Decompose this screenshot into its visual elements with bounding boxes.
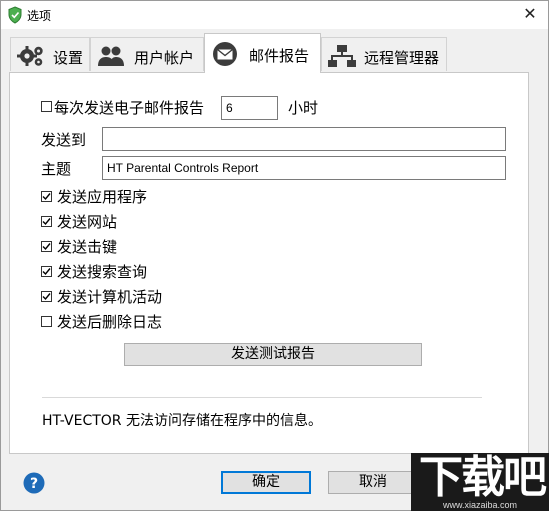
send-test-report-button[interactable]: 发送测试报告 <box>124 343 422 366</box>
ok-button[interactable]: 确定 <box>221 471 311 494</box>
delete-logs-label: 发送后删除日志 <box>57 313 163 331</box>
shield-icon <box>8 6 22 24</box>
watermark-url: www.xiazaiba.com <box>442 500 518 510</box>
divider <box>42 397 482 398</box>
hours-input[interactable]: 6 <box>221 96 278 120</box>
cancel-button[interactable]: 取消 <box>328 471 418 494</box>
tab-remote-manager[interactable]: 远程管理器 <box>321 37 447 71</box>
checkmark-icon <box>42 293 51 301</box>
info-message: HT-VECTOR 无法访问存储在程序中的信息。 <box>42 413 322 429</box>
options-window: 选项 ✕ 设置 用户帐户 邮件报告 远程管理器 每次发送电子邮件报告 6 小时 … <box>0 0 549 511</box>
delete-logs-checkbox[interactable] <box>41 316 52 327</box>
checkmark-icon <box>42 193 51 201</box>
send-websites-label: 发送网站 <box>57 213 118 231</box>
tab-settings[interactable]: 设置 <box>10 37 90 71</box>
send-apps-label: 发送应用程序 <box>57 188 148 206</box>
watermark-logo: 下载吧 www.xiazaiba.com <box>411 453 549 511</box>
checkmark-icon <box>42 218 51 226</box>
network-icon <box>328 45 356 67</box>
hours-unit-label: 小时 <box>288 99 319 117</box>
tab-label: 设置 <box>53 49 84 67</box>
send-to-label: 发送到 <box>41 131 87 149</box>
send-apps-checkbox[interactable] <box>41 191 52 202</box>
users-icon <box>98 46 124 66</box>
help-icon[interactable]: ? <box>23 472 45 494</box>
email-report-panel: 每次发送电子邮件报告 6 小时 发送到 主题 HT Parental Contr… <box>9 72 529 454</box>
close-button[interactable]: ✕ <box>512 1 548 29</box>
checkmark-icon <box>42 243 51 251</box>
send-every-label: 每次发送电子邮件报告 <box>54 99 205 117</box>
tab-strip: 设置 用户帐户 邮件报告 远程管理器 <box>1 29 548 73</box>
mail-icon <box>213 42 237 66</box>
send-computer-activity-label: 发送计算机活动 <box>57 288 163 306</box>
window-title: 选项 <box>27 9 52 23</box>
tab-label: 远程管理器 <box>364 49 440 67</box>
tab-user-accounts[interactable]: 用户帐户 <box>90 37 204 71</box>
send-keystrokes-checkbox[interactable] <box>41 241 52 252</box>
subject-input[interactable]: HT Parental Controls Report <box>102 156 506 180</box>
help-glyph: ? <box>30 476 38 492</box>
subject-label: 主题 <box>41 160 72 178</box>
tab-label: 邮件报告 <box>249 47 310 65</box>
title-bar: 选项 ✕ <box>1 1 548 29</box>
send-search-queries-checkbox[interactable] <box>41 266 52 277</box>
send-every-checkbox[interactable] <box>41 101 52 112</box>
watermark-text: 下载吧 <box>419 452 547 503</box>
send-keystrokes-label: 发送击键 <box>57 238 118 256</box>
send-computer-activity-checkbox[interactable] <box>41 291 52 302</box>
tab-label: 用户帐户 <box>134 49 195 67</box>
gears-icon <box>17 46 43 66</box>
tab-email-report[interactable]: 邮件报告 <box>204 33 321 73</box>
send-search-queries-label: 发送搜索查询 <box>57 263 148 281</box>
send-to-input[interactable] <box>102 127 506 151</box>
checkmark-icon <box>42 268 51 276</box>
send-websites-checkbox[interactable] <box>41 216 52 227</box>
